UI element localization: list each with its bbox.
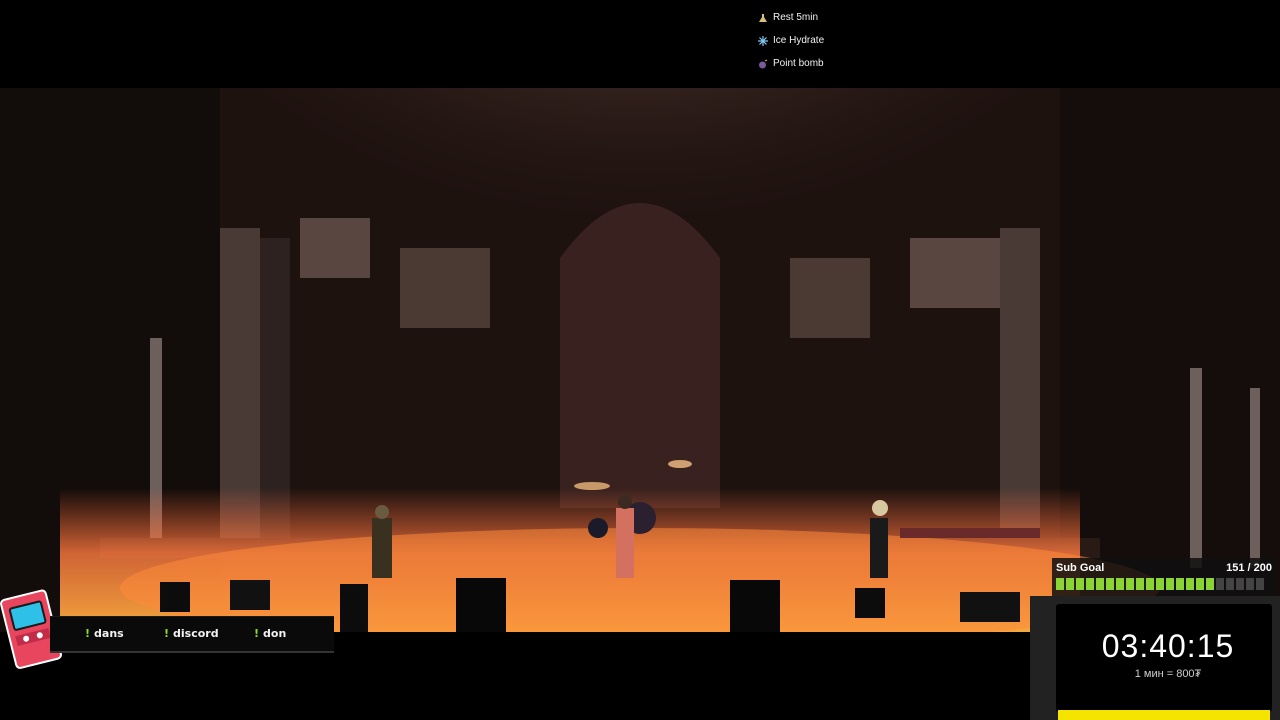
progress-segment	[1176, 578, 1184, 590]
reward-item-bomb: Point bomb	[758, 52, 824, 75]
progress-segment	[1056, 578, 1064, 590]
snowflake-icon	[758, 35, 768, 46]
progress-segment	[1166, 578, 1174, 590]
progress-segment	[1226, 578, 1234, 590]
bomb-icon	[759, 59, 768, 68]
sub-goal-progress-bar	[1056, 578, 1264, 590]
reward-label: Rest 5min	[773, 12, 819, 23]
reward-list: Rest 5min Ice Hydrate Point bomb	[758, 6, 824, 75]
reward-item-rest: Rest 5min	[758, 6, 824, 29]
bottom-accent-strip	[1058, 710, 1270, 720]
progress-segment	[1216, 578, 1224, 590]
progress-segment	[1156, 578, 1164, 590]
progress-segment	[1256, 578, 1264, 590]
reward-label: Point bomb	[773, 58, 824, 69]
progress-segment	[1086, 578, 1094, 590]
progress-segment	[1236, 578, 1244, 590]
progress-segment	[1206, 578, 1214, 590]
progress-segment	[1196, 578, 1204, 590]
concert-stage-image	[0, 88, 1280, 632]
progress-segment	[1116, 578, 1124, 590]
progress-segment	[1186, 578, 1194, 590]
reward-item-ice: Ice Hydrate	[758, 29, 824, 52]
subathon-timer: 03:40:15	[1101, 628, 1235, 664]
progress-segment	[1136, 578, 1144, 590]
command-bar: ! dans ! discord ! don	[50, 616, 334, 653]
sub-goal-count: 151 / 200	[1226, 562, 1272, 574]
sub-goal-label: Sub Goal	[1056, 562, 1105, 574]
command-don: ! don	[254, 627, 287, 640]
flask-icon	[759, 13, 767, 22]
progress-segment	[1106, 578, 1114, 590]
progress-segment	[1066, 578, 1074, 590]
progress-segment	[1246, 578, 1254, 590]
reward-label: Ice Hydrate	[773, 35, 825, 46]
stream-video[interactable]	[0, 88, 1280, 632]
progress-segment	[1146, 578, 1154, 590]
command-dans: ! dans	[85, 627, 124, 640]
timer-rate-label: 1 мин = 800₮	[1134, 668, 1202, 680]
progress-segment	[1096, 578, 1104, 590]
command-discord: ! discord	[164, 627, 219, 640]
sub-goal-widget: Sub Goal 151 / 200	[1052, 558, 1276, 596]
progress-segment	[1076, 578, 1084, 590]
progress-segment	[1126, 578, 1134, 590]
